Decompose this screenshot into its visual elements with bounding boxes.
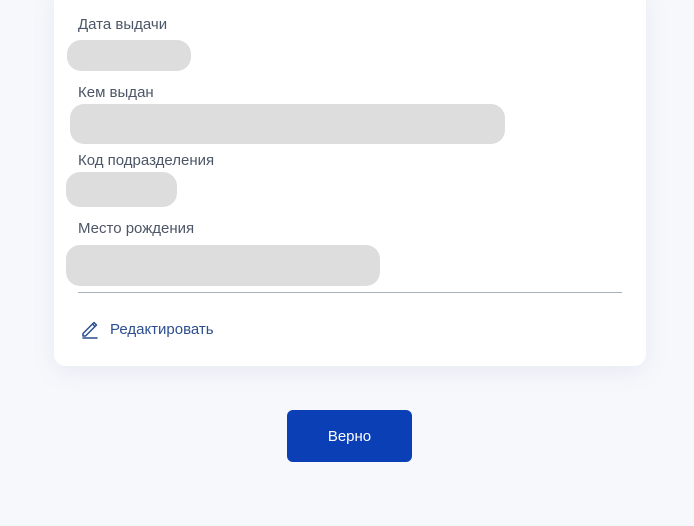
field-value-issued-by-redacted [70,104,505,144]
field-label-birth-place: Место рождения [78,220,195,237]
edit-link-label: Редактировать [110,320,214,338]
pencil-icon [80,319,100,339]
edit-link[interactable]: Редактировать [80,318,214,340]
field-value-department-code-redacted [66,172,177,207]
field-value-issue-date-redacted [67,40,191,71]
field-label-issued-by: Кем выдан [78,84,154,101]
field-label-department-code: Код подразделения [78,152,215,169]
field-label-issue-date: Дата выдачи [78,16,168,33]
section-divider [78,292,622,293]
confirm-button[interactable]: Верно [287,410,412,462]
field-value-birth-place-redacted [66,245,380,286]
